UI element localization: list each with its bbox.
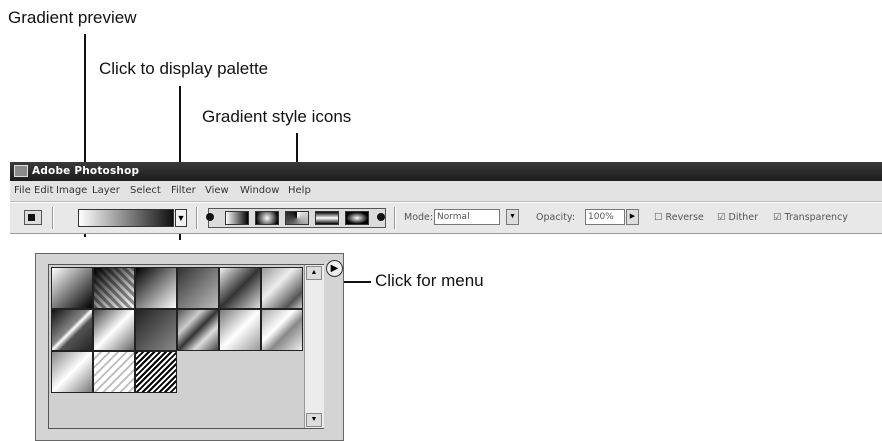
gradient-swatch[interactable] [135,351,177,393]
gradient-preview[interactable] [78,209,174,227]
dither-checkbox[interactable]: ☑ Dither [717,212,758,223]
menu-help[interactable]: Help [288,185,311,196]
diamond-gradient-icon[interactable] [345,211,369,225]
palette-dropdown-arrow-icon[interactable]: ▼ [175,209,187,227]
swatch-grid: ▲ ▼ [48,264,324,429]
scroll-down-icon[interactable]: ▼ [306,413,322,427]
mode-label: Mode: [404,212,434,223]
gradient-swatch[interactable] [219,267,261,309]
callout-gradient-preview: Gradient preview [8,8,137,27]
gradient-swatch[interactable] [177,309,219,351]
dither-label: Dither [728,212,758,223]
gradient-swatch[interactable] [261,267,303,309]
gradient-swatch[interactable] [135,267,177,309]
gradient-swatch[interactable] [219,309,261,351]
mode-select[interactable]: Normal [434,209,500,225]
angle-gradient-icon[interactable] [285,211,309,225]
separator [196,207,198,229]
scroll-up-icon[interactable]: ▲ [306,266,322,280]
gradient-swatch[interactable] [93,351,135,393]
menu-file[interactable]: File [14,185,31,196]
opacity-dropdown-icon[interactable]: ▶ [626,209,639,225]
gradient-tool-icon[interactable] [24,210,42,225]
separator [52,207,54,229]
mode-dropdown-icon[interactable]: ▼ [506,209,519,225]
reverse-label: Reverse [665,212,704,223]
transparency-checkbox[interactable]: ☑ Transparency [773,212,848,223]
menu-select[interactable]: Select [130,185,161,196]
callout-dot-left [206,213,214,221]
title-bar: Adobe Photoshop [10,162,882,181]
gradient-swatch[interactable] [93,309,135,351]
gradient-swatch[interactable] [51,351,93,393]
callout-dot-right [377,213,385,221]
radial-gradient-icon[interactable] [255,211,279,225]
gradient-palette: ▲ ▼ ▶ [35,253,344,441]
transparency-label: Transparency [784,212,848,223]
gradient-swatch[interactable] [51,267,93,309]
reflected-gradient-icon[interactable] [315,211,339,225]
separator [394,207,396,229]
palette-menu-icon[interactable]: ▶ [326,260,343,277]
gradient-swatch[interactable] [135,309,177,351]
menu-window[interactable]: Window [240,185,279,196]
gradient-swatch[interactable] [51,309,93,351]
linear-gradient-icon[interactable] [225,211,249,225]
gradient-swatch[interactable] [93,267,135,309]
menu-image[interactable]: Image [56,185,87,196]
palette-scrollbar[interactable]: ▲ ▼ [304,265,324,428]
options-bar: ▼ Mode: Normal ▼ Opacity: 100% ▶ ☐ Rever… [10,202,882,234]
opacity-field[interactable]: 100% [585,209,625,225]
app-icon [14,165,28,177]
window-title: Adobe Photoshop [32,165,140,177]
gradient-swatch[interactable] [261,309,303,351]
gradient-style-group [208,208,386,228]
menu-view[interactable]: View [205,185,229,196]
callout-style-icons: Gradient style icons [202,107,352,126]
menu-bar: File Edit Image Layer Select Filter View… [10,181,882,202]
menu-edit[interactable]: Edit [34,185,53,196]
callout-display-palette: Click to display palette [99,59,269,78]
menu-filter[interactable]: Filter [171,185,196,196]
gradient-swatch[interactable] [177,267,219,309]
reverse-checkbox[interactable]: ☐ Reverse [654,212,704,223]
menu-layer[interactable]: Layer [92,185,120,196]
opacity-label: Opacity: [536,212,576,223]
